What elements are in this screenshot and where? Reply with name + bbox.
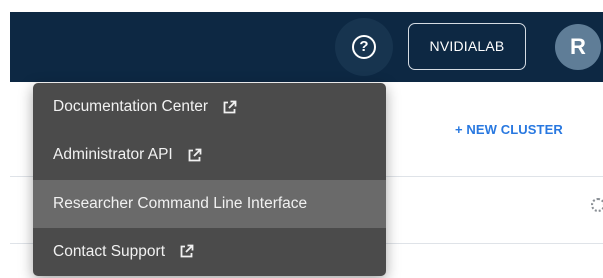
menu-item-label: Administrator API [53, 146, 173, 164]
menu-item-administrator-api[interactable]: Administrator API [33, 131, 386, 179]
menu-item-researcher-cli[interactable]: Researcher Command Line Interface [33, 179, 386, 228]
user-avatar[interactable]: R [555, 24, 601, 70]
help-button[interactable]: ? [335, 18, 393, 76]
menu-item-label: Documentation Center [53, 98, 209, 116]
gear-icon[interactable] [591, 198, 603, 212]
new-cluster-button[interactable]: + NEW CLUSTER [455, 122, 563, 137]
menu-item-label: Contact Support [53, 242, 166, 260]
menu-item-contact-support[interactable]: Contact Support [33, 228, 386, 276]
tenant-button[interactable]: NVIDIALAB [408, 23, 526, 70]
external-link-icon [222, 100, 237, 115]
external-link-icon [179, 244, 194, 259]
top-navigation-bar: ? NVIDIALAB R [10, 12, 603, 82]
menu-item-documentation-center[interactable]: Documentation Center [33, 83, 386, 131]
help-dropdown-menu: Documentation Center Administrator API R… [33, 83, 386, 276]
app-frame: ? NVIDIALAB R + NEW CLUSTER Documentatio… [0, 0, 603, 278]
external-link-icon [187, 148, 202, 163]
help-circle-icon: ? [352, 35, 376, 59]
menu-item-label: Researcher Command Line Interface [53, 194, 308, 212]
